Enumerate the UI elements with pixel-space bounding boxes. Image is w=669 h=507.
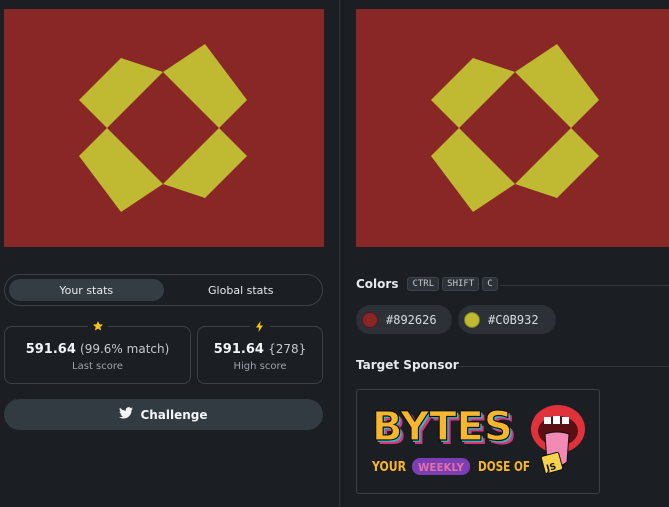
shortcut-key-c: C bbox=[482, 277, 498, 291]
last-score-card: 591.64 (99.6% match) Last score bbox=[4, 318, 191, 384]
output-diamond-tl bbox=[79, 58, 163, 128]
tab-global-stats[interactable]: Global stats bbox=[164, 279, 319, 301]
sponsor-card[interactable]: BYTES BYTES BYTES YOUR WEEKLY DOSE OF JS bbox=[356, 389, 600, 494]
challenge-button[interactable]: Challenge bbox=[4, 399, 323, 430]
color-dot-1 bbox=[362, 311, 378, 328]
bytes-logo-text: BYTES bbox=[372, 404, 513, 450]
last-score-match: (99.6% match) bbox=[80, 342, 170, 356]
shortcut-key-shift: SHIFT bbox=[442, 277, 480, 291]
last-score-caption: Last score bbox=[72, 361, 123, 372]
output-diamond-br bbox=[163, 128, 247, 198]
tagline-dose: DOSE OF bbox=[478, 460, 530, 475]
output-diamond-bl bbox=[79, 128, 163, 212]
color-hex-1: #892626 bbox=[386, 312, 437, 327]
target-diamond-bl bbox=[431, 128, 515, 212]
color-hex-2: #C0B932 bbox=[488, 312, 539, 327]
color-dot-2 bbox=[464, 311, 480, 328]
tab-your-stats[interactable]: Your stats bbox=[9, 279, 164, 301]
star-icon bbox=[87, 318, 108, 334]
color-swatch-2[interactable]: #C0B932 bbox=[458, 305, 556, 334]
sponsor-title: Target Sponsor bbox=[356, 358, 459, 372]
target-diamond-tr bbox=[515, 44, 599, 128]
high-score-number: 591.64 bbox=[213, 342, 264, 357]
high-score-value: 591.64 {278} bbox=[198, 342, 322, 357]
high-score-rank: {278} bbox=[268, 342, 307, 356]
mouth-illustration bbox=[531, 405, 585, 475]
target-shapes bbox=[431, 44, 599, 212]
colors-divider bbox=[500, 285, 669, 286]
last-score-value: 591.64 (99.6% match) bbox=[5, 342, 190, 357]
bytes-logo: BYTES BYTES BYTES YOUR WEEKLY DOSE OF JS bbox=[371, 403, 585, 475]
sponsor-divider bbox=[456, 366, 669, 367]
colors-title: Colors bbox=[356, 277, 399, 291]
color-swatch-1[interactable]: #892626 bbox=[356, 305, 452, 334]
output-canvas bbox=[4, 9, 324, 247]
high-score-caption: High score bbox=[233, 361, 287, 372]
target-diamond-tl bbox=[431, 58, 515, 128]
output-diamond-tr bbox=[163, 44, 247, 128]
lightning-icon bbox=[250, 318, 270, 334]
tagline-your: YOUR bbox=[371, 460, 406, 475]
twitter-icon bbox=[119, 407, 134, 422]
high-score-card: 591.64 {278} High score bbox=[197, 318, 323, 384]
shortcut-key-ctrl: CTRL bbox=[407, 277, 440, 291]
last-score-number: 591.64 bbox=[25, 342, 76, 357]
column-divider bbox=[339, 0, 340, 507]
challenge-label: Challenge bbox=[140, 407, 208, 422]
target-diamond-br bbox=[515, 128, 599, 198]
output-shapes bbox=[79, 44, 247, 212]
tagline-weekly: WEEKLY bbox=[418, 461, 465, 474]
stats-tabs: Your stats Global stats bbox=[4, 274, 323, 306]
colors-header: Colors CTRL SHIFT C bbox=[356, 277, 498, 291]
target-canvas bbox=[356, 9, 669, 247]
